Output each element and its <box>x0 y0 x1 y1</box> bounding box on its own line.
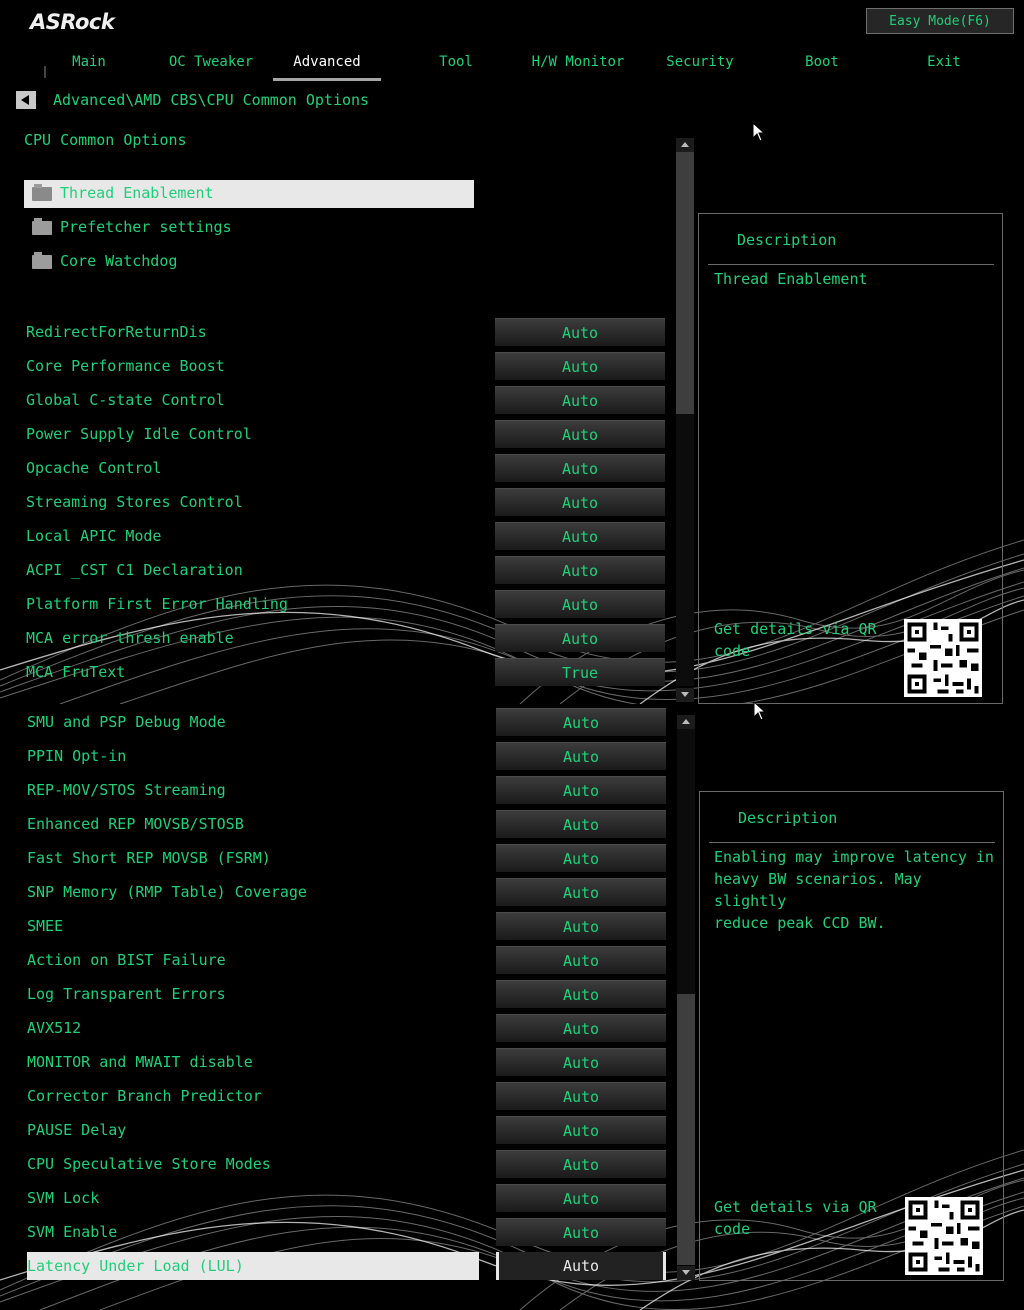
folder-icon <box>32 218 52 235</box>
folder-label: Prefetcher settings <box>60 218 232 236</box>
tab-main[interactable]: Main <box>28 54 150 78</box>
option-value-mca-error-thresh-enable[interactable]: Auto <box>495 624 665 652</box>
option-log-transparent-errors[interactable]: Log Transparent Errors <box>27 980 226 1008</box>
option-value-pause-delay[interactable]: Auto <box>496 1116 666 1144</box>
asrock-logo: ASRock <box>30 10 115 34</box>
option-value-latency-under-load-lul[interactable]: Auto <box>496 1252 666 1280</box>
option-monitor-and-mwait-disable[interactable]: MONITOR and MWAIT disable <box>27 1048 253 1076</box>
option-smu-and-psp-debug-mode[interactable]: SMU and PSP Debug Mode <box>27 708 226 736</box>
option-value-snp-memory-rmp-table-coverage[interactable]: Auto <box>496 878 666 906</box>
option-value-cpu-speculative-store-modes[interactable]: Auto <box>496 1150 666 1178</box>
scroll-up-button[interactable] <box>677 715 695 729</box>
tab-oc-tweaker[interactable]: OC Tweaker <box>150 54 272 78</box>
option-corrector-branch-predictor[interactable]: Corrector Branch Predictor <box>27 1082 262 1110</box>
description-title: Description <box>737 231 837 249</box>
option-mca-error-thresh-enable[interactable]: MCA error thresh enable <box>26 624 234 652</box>
option-avx512[interactable]: AVX512 <box>27 1014 81 1042</box>
scroll-up-button[interactable] <box>676 138 694 152</box>
tab-advanced[interactable]: Advanced <box>273 54 381 81</box>
option-redirectforreturndis[interactable]: RedirectForReturnDis <box>26 318 207 346</box>
option-value-avx512[interactable]: Auto <box>496 1014 666 1042</box>
option-value-local-apic-mode[interactable]: Auto <box>495 522 665 550</box>
option-value-acpi-cst-c1-declaration[interactable]: Auto <box>495 556 665 584</box>
qr-code-icon <box>904 619 982 697</box>
option-latency-under-load-lul[interactable]: Latency Under Load (LUL) <box>27 1252 479 1280</box>
option-snp-memory-rmp-table-coverage[interactable]: SNP Memory (RMP Table) Coverage <box>27 878 307 906</box>
option-svm-enable[interactable]: SVM Enable <box>27 1218 117 1246</box>
option-platform-first-error-handling[interactable]: Platform First Error Handling <box>26 590 288 618</box>
back-arrow-button[interactable] <box>16 91 36 109</box>
option-value-action-on-bist-failure[interactable]: Auto <box>496 946 666 974</box>
description-text: Enabling may improve latency in heavy BW… <box>714 848 994 932</box>
option-value-enhanced-rep-movsb-stosb[interactable]: Auto <box>496 810 666 838</box>
option-value-smu-and-psp-debug-mode[interactable]: Auto <box>496 708 666 736</box>
option-svm-lock[interactable]: SVM Lock <box>27 1184 99 1212</box>
option-fast-short-rep-movsb-fsrm[interactable]: Fast Short REP MOVSB (FSRM) <box>27 844 271 872</box>
option-value-power-supply-idle-control[interactable]: Auto <box>495 420 665 448</box>
option-action-on-bist-failure[interactable]: Action on BIST Failure <box>27 946 226 974</box>
folder-prefetcher-settings[interactable]: Prefetcher settings <box>24 214 474 242</box>
scrollbar-thumb[interactable] <box>676 152 694 414</box>
option-local-apic-mode[interactable]: Local APIC Mode <box>26 522 161 550</box>
option-core-performance-boost[interactable]: Core Performance Boost <box>26 352 225 380</box>
option-value-mca-frutext[interactable]: True <box>495 658 665 686</box>
tab-boot[interactable]: Boot <box>761 54 883 78</box>
option-value-log-transparent-errors[interactable]: Auto <box>496 980 666 1008</box>
option-value-monitor-and-mwait-disable[interactable]: Auto <box>496 1048 666 1076</box>
tab-tool[interactable]: Tool <box>395 54 517 78</box>
tab-security[interactable]: Security <box>639 54 761 78</box>
option-value-svm-enable[interactable]: Auto <box>496 1218 666 1246</box>
qr-caption: Get details via QR code <box>714 620 877 660</box>
folder-thread-enablement[interactable]: Thread Enablement <box>24 180 474 208</box>
option-rep-mov-stos-streaming[interactable]: REP-MOV/STOS Streaming <box>27 776 226 804</box>
scroll-down-button[interactable] <box>676 688 694 702</box>
easy-mode-button[interactable]: Easy Mode(F6) <box>866 8 1014 34</box>
screenshot-divider <box>0 704 1024 706</box>
option-ppin-opt-in[interactable]: PPIN Opt-in <box>27 742 126 770</box>
description-divider <box>709 842 995 843</box>
option-streaming-stores-control[interactable]: Streaming Stores Control <box>26 488 243 516</box>
option-global-c-state-control[interactable]: Global C-state Control <box>26 386 225 414</box>
description-text: Thread Enablement <box>714 270 868 288</box>
description-title: Description <box>738 809 838 827</box>
tab-exit[interactable]: Exit <box>883 54 1005 78</box>
option-value-global-c-state-control[interactable]: Auto <box>495 386 665 414</box>
option-value-redirectforreturndis[interactable]: Auto <box>495 318 665 346</box>
folder-label: Thread Enablement <box>60 184 214 202</box>
option-pause-delay[interactable]: PAUSE Delay <box>27 1116 126 1144</box>
folder-icon <box>32 252 52 269</box>
option-value-rep-mov-stos-streaming[interactable]: Auto <box>496 776 666 804</box>
page-title: CPU Common Options <box>24 131 187 149</box>
scroll-down-button[interactable] <box>677 1266 695 1280</box>
option-power-supply-idle-control[interactable]: Power Supply Idle Control <box>26 420 252 448</box>
option-value-core-performance-boost[interactable]: Auto <box>495 352 665 380</box>
option-value-smee[interactable]: Auto <box>496 912 666 940</box>
qr-caption: Get details via QR code <box>714 1198 877 1238</box>
option-value-opcache-control[interactable]: Auto <box>495 454 665 482</box>
option-value-ppin-opt-in[interactable]: Auto <box>496 742 666 770</box>
option-value-streaming-stores-control[interactable]: Auto <box>495 488 665 516</box>
main-tab-bar: Main OC Tweaker Advanced Tool H/W Monito… <box>28 54 1018 81</box>
folder-icon <box>32 184 52 201</box>
option-enhanced-rep-movsb-stosb[interactable]: Enhanced REP MOVSB/STOSB <box>27 810 244 838</box>
description-divider <box>708 264 994 265</box>
qr-code-icon <box>905 1197 983 1275</box>
option-value-platform-first-error-handling[interactable]: Auto <box>495 590 665 618</box>
folder-label: Core Watchdog <box>60 252 178 270</box>
tab-hw-monitor[interactable]: H/W Monitor <box>517 54 639 78</box>
option-mca-frutext[interactable]: MCA FruText <box>26 658 125 686</box>
scrollbar-thumb[interactable] <box>677 994 695 1265</box>
option-value-corrector-branch-predictor[interactable]: Auto <box>496 1082 666 1110</box>
option-smee[interactable]: SMEE <box>27 912 63 940</box>
option-opcache-control[interactable]: Opcache Control <box>26 454 161 482</box>
folder-core-watchdog[interactable]: Core Watchdog <box>24 248 474 276</box>
option-acpi-cst-c1-declaration[interactable]: ACPI _CST C1 Declaration <box>26 556 243 584</box>
option-value-fast-short-rep-movsb-fsrm[interactable]: Auto <box>496 844 666 872</box>
breadcrumb: Advanced\AMD CBS\CPU Common Options <box>53 91 370 109</box>
option-value-svm-lock[interactable]: Auto <box>496 1184 666 1212</box>
option-cpu-speculative-store-modes[interactable]: CPU Speculative Store Modes <box>27 1150 271 1178</box>
